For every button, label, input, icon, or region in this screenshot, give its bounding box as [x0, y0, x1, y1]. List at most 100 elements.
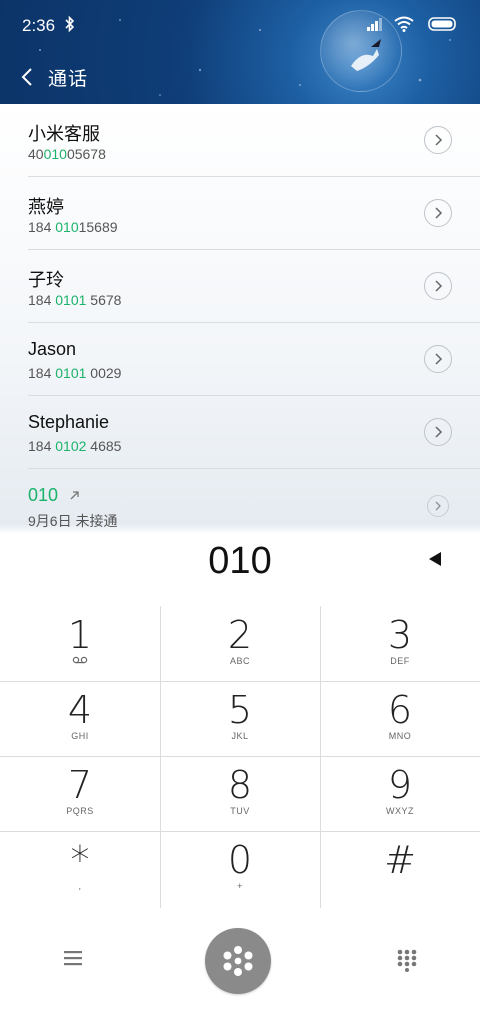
number-suffix: 0029 — [86, 365, 122, 381]
outgoing-call-icon — [70, 491, 79, 500]
key-5[interactable]: 5 JKL — [160, 681, 320, 756]
header: 2:36 通话 — [0, 0, 480, 104]
key-0[interactable]: 0 + — [160, 831, 320, 906]
key-digit: 3 — [387, 613, 413, 657]
number-match: 0101 — [55, 292, 87, 308]
number-suffix: 5678 — [86, 292, 122, 308]
number-suffix: 4685 — [86, 438, 122, 454]
chevron-right-icon — [435, 134, 443, 146]
key-4[interactable]: 4 GHI — [0, 681, 160, 756]
key-digit: # — [384, 838, 416, 882]
number-prefix: 184 — [28, 219, 56, 235]
contact-number: 184 0102 4685 — [28, 438, 121, 454]
chevron-right-icon — [435, 207, 443, 219]
number-suffix: 15689 — [78, 219, 118, 235]
key-letters: ABC — [229, 656, 250, 666]
number-prefix: 40 — [28, 146, 44, 162]
key-8[interactable]: 8 TUV — [160, 756, 320, 831]
keypad-grid-icon[interactable] — [396, 948, 418, 972]
key-letters: MNO — [388, 731, 412, 741]
contact-number: 184 0101 0029 — [28, 365, 121, 381]
status-bar: 2:36 — [22, 14, 458, 38]
key-letters: + — [237, 881, 243, 891]
key-digit: 6 — [387, 688, 413, 732]
signal-icon — [367, 18, 382, 31]
contact-detail-button[interactable] — [424, 418, 452, 446]
number-match: 0102 — [55, 438, 87, 454]
chevron-right-icon — [435, 280, 443, 292]
contact-row[interactable]: Jason 184 0101 0029 — [28, 323, 480, 396]
contact-detail-button[interactable] — [424, 345, 452, 373]
dialed-number: 010 — [208, 540, 272, 582]
contact-number: 184 0101 5678 — [28, 292, 121, 308]
contact-number: 4001005678 — [28, 146, 106, 162]
number-match: 010 — [55, 219, 79, 235]
menu-icon[interactable] — [62, 948, 84, 968]
key-digit: 7 — [67, 763, 93, 807]
dialpad-call-icon — [223, 946, 253, 976]
number-suffix: 05678 — [66, 146, 106, 162]
contact-detail-button[interactable] — [424, 272, 452, 300]
contact-name: 燕婷 — [28, 197, 64, 217]
contact-detail-button[interactable] — [424, 126, 452, 154]
key-letters: PQRS — [66, 806, 94, 816]
contact-name: 子玲 — [28, 270, 64, 290]
key-star[interactable]: * , — [0, 831, 160, 906]
key-hash[interactable]: # — [320, 831, 480, 906]
contact-detail-button[interactable] — [424, 199, 452, 227]
contact-name: Stephanie — [28, 412, 110, 432]
recent-call-number: 010 — [28, 485, 81, 506]
key-9[interactable]: 9 WXYZ — [320, 756, 480, 831]
bottom-action-bar — [0, 908, 480, 1013]
contact-suggestions-list: 小米客服 4001005678 燕婷 184 01015689 子玲 184 0… — [0, 104, 480, 534]
chevron-right-icon — [435, 426, 443, 438]
chevron-right-icon — [435, 353, 443, 365]
call-button[interactable] — [205, 928, 271, 994]
number-match: 010 — [43, 146, 67, 162]
delete-icon[interactable] — [428, 551, 442, 567]
contact-number: 184 01015689 — [28, 219, 118, 235]
key-1[interactable]: 1 — [0, 606, 160, 681]
recent-detail-button[interactable] — [427, 495, 449, 517]
number-match: 0101 — [55, 365, 87, 381]
key-digit: 0 — [227, 838, 253, 882]
recent-call-row[interactable]: 010 9月6日 未接通 — [28, 469, 480, 534]
key-digit: 1 — [67, 613, 93, 657]
key-digit: 2 — [227, 613, 253, 657]
status-time: 2:36 — [22, 16, 56, 35]
key-digit: 9 — [387, 763, 413, 807]
contact-name: Jason — [28, 339, 77, 359]
key-digit: * — [70, 838, 90, 882]
key-2[interactable]: 2 ABC — [160, 606, 320, 681]
key-6[interactable]: 6 MNO — [320, 681, 480, 756]
key-digit: 5 — [227, 688, 253, 732]
contact-row[interactable]: 小米客服 4001005678 — [28, 104, 480, 177]
chevron-right-icon — [435, 501, 441, 511]
key-letters: , — [78, 881, 82, 891]
key-digit: 4 — [67, 688, 93, 732]
number-prefix: 184 — [28, 365, 56, 381]
key-letters: GHI — [71, 731, 89, 741]
number-prefix: 184 — [28, 292, 56, 308]
key-letters: DEF — [390, 656, 410, 666]
key-letters: JKL — [231, 731, 249, 741]
wifi-icon — [394, 16, 414, 32]
recent-number-text: 010 — [28, 485, 59, 505]
dial-display: 010 — [0, 534, 480, 606]
voicemail-icon — [72, 656, 88, 664]
contact-row[interactable]: 燕婷 184 01015689 — [28, 177, 480, 250]
nav-bar: 通话 — [18, 60, 88, 94]
back-arrow-icon[interactable] — [18, 65, 38, 89]
bluetooth-icon — [65, 15, 75, 33]
contact-row[interactable]: 子玲 184 0101 5678 — [28, 250, 480, 323]
contact-row[interactable]: Stephanie 184 0102 4685 — [28, 396, 480, 469]
key-3[interactable]: 3 DEF — [320, 606, 480, 681]
battery-icon — [428, 17, 456, 31]
number-prefix: 184 — [28, 438, 56, 454]
contact-name: 小米客服 — [28, 124, 100, 144]
page-title: 通话 — [48, 67, 89, 90]
key-letters: WXYZ — [386, 806, 414, 816]
dialpad: 1 2 ABC 3 DEF 4 GHI 5 JKL 6 MNO 7 PQRS 8… — [0, 606, 480, 908]
key-digit: 8 — [227, 763, 253, 807]
key-7[interactable]: 7 PQRS — [0, 756, 160, 831]
